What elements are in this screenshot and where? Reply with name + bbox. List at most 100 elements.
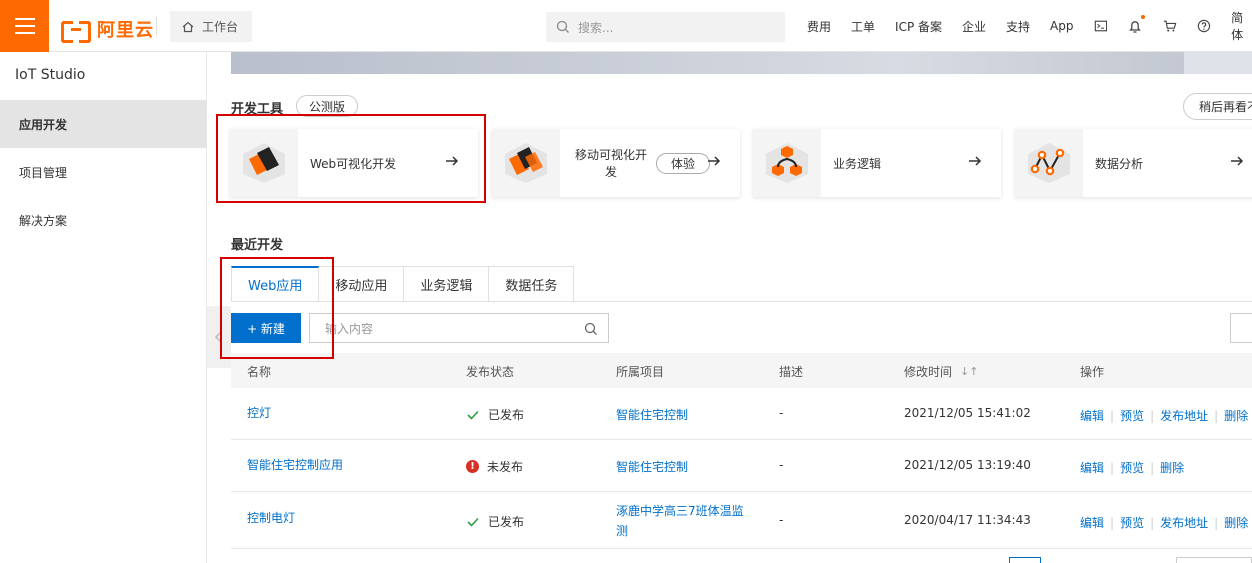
bell-icon[interactable]: [1127, 15, 1146, 34]
filter-control[interactable]: [1230, 313, 1252, 343]
check-icon: [467, 410, 479, 420]
sidebar-item-project-management[interactable]: 项目管理: [0, 148, 207, 196]
sidebar-item-app-development[interactable]: 应用开发: [0, 100, 207, 148]
highlight-web-tab-new-button: [220, 257, 334, 359]
workbench-label: 工作台: [202, 20, 239, 34]
aliyun-logo[interactable]: 阿里云: [61, 16, 154, 43]
preview-link[interactable]: 预览: [1120, 459, 1144, 476]
check-icon: [467, 517, 479, 527]
global-search-placeholder: 搜索...: [578, 20, 614, 35]
pagination-current-page[interactable]: [1009, 557, 1041, 563]
edit-link[interactable]: 编辑: [1080, 407, 1104, 424]
description-text: -: [779, 513, 784, 527]
sidebar-item-label: 项目管理: [19, 165, 68, 180]
arrow-right-icon: [1231, 156, 1244, 166]
link-icp[interactable]: ICP 备案: [895, 18, 942, 35]
description-text: -: [779, 406, 784, 420]
arrow-right-icon: [969, 156, 982, 166]
status-cell: 已发布: [466, 406, 524, 423]
global-search-input[interactable]: 搜索...: [546, 12, 785, 42]
tool-icon-box: [1015, 129, 1083, 197]
table-row: 控制电灯 已发布 涿鹿中学高三7班体温监测 - 2020/04/17 11:34…: [231, 492, 1252, 549]
recent-dev-title: 最近开发: [231, 238, 284, 253]
search-icon: [556, 20, 569, 33]
mobile-dev-icon: [505, 143, 547, 183]
link-tickets[interactable]: 工单: [851, 18, 875, 35]
link-billing[interactable]: 费用: [807, 18, 831, 35]
cart-icon[interactable]: [1163, 18, 1177, 34]
preview-link[interactable]: 预览: [1120, 514, 1144, 531]
sidebar-item-solutions[interactable]: 解决方案: [0, 196, 207, 244]
row-actions: 编辑 | 预览 | 发布地址 | 删除: [1080, 514, 1249, 531]
row-actions: 编辑 | 预览 | 发布地址 | 删除: [1080, 407, 1249, 424]
publish-address-link[interactable]: 发布地址: [1160, 514, 1208, 531]
notification-dot: [1141, 15, 1146, 19]
tool-icon-box: [492, 129, 560, 197]
delete-link[interactable]: 删除: [1224, 514, 1248, 531]
try-badge[interactable]: 体验: [656, 153, 711, 174]
project-link[interactable]: 智能住宅控制: [616, 406, 688, 423]
tabs-divider: [231, 301, 1252, 302]
app-search-input[interactable]: 输入内容: [309, 313, 609, 343]
column-header-modified[interactable]: 修改时间 ↓↑: [904, 363, 978, 380]
sidebar-item-label: 应用开发: [19, 117, 68, 132]
tab-business-logic[interactable]: 业务逻辑: [404, 266, 490, 302]
preview-link[interactable]: 预览: [1120, 407, 1144, 424]
delete-link[interactable]: 删除: [1224, 407, 1248, 424]
tool-icon-box: [753, 129, 821, 197]
data-analysis-icon: [1028, 143, 1070, 183]
link-app[interactable]: App: [1050, 19, 1073, 33]
tool-card-mobile-dev[interactable]: 移动可视化开发 体验: [492, 129, 740, 197]
tool-card-data-analysis[interactable]: 数据分析: [1015, 129, 1252, 197]
status-text: 未发布: [487, 460, 524, 474]
tab-label: 数据任务: [505, 278, 558, 294]
search-icon[interactable]: [584, 322, 598, 336]
brand-name: 阿里云: [97, 20, 154, 41]
tool-label: 数据分析: [1095, 156, 1144, 171]
terminal-icon[interactable]: [1094, 18, 1108, 34]
link-support[interactable]: 支持: [1006, 18, 1030, 35]
highlight-web-dev-card: [216, 114, 486, 203]
modified-time: 2020/04/17 11:34:43: [904, 513, 1031, 527]
language-switch[interactable]: 简体: [1231, 9, 1252, 43]
app-name-link[interactable]: 控制电灯: [247, 509, 295, 526]
app-name-link[interactable]: 智能住宅控制应用: [247, 456, 343, 473]
aliyun-logo-mark-icon: [61, 19, 91, 43]
column-header-actions: 操作: [1080, 365, 1105, 379]
top-bar: 阿里云 工作台 搜索... 费用 工单 ICP 备案 企业 支持 App 简体: [0, 0, 1252, 52]
banner-edge: [1184, 52, 1252, 74]
row-actions: 编辑 | 预览 | 删除: [1080, 459, 1185, 476]
business-logic-icon: [766, 143, 808, 183]
description-text: -: [779, 458, 784, 472]
publish-address-link[interactable]: 发布地址: [1160, 407, 1208, 424]
apps-table: 名称 发布状态 所属项目 描述 修改时间 ↓↑ 操作 控灯 已发布 智能住宅控制…: [231, 353, 1252, 549]
header-links: 费用 工单 ICP 备案 企业 支持 App 简体: [807, 0, 1252, 52]
hamburger-menu-icon[interactable]: [0, 0, 49, 52]
tab-label: 业务逻辑: [420, 278, 473, 294]
project-link[interactable]: 智能住宅控制: [616, 458, 688, 475]
tool-label: 业务逻辑: [833, 156, 882, 171]
column-header-status: 发布状态: [466, 365, 515, 379]
table-row: 控灯 已发布 智能住宅控制 - 2021/12/05 15:41:02 编辑 | …: [231, 388, 1252, 440]
delete-link[interactable]: 删除: [1160, 459, 1184, 476]
tool-label: 移动可视化开发: [574, 148, 647, 179]
project-link[interactable]: 涿鹿中学高三7班体温监测: [616, 501, 751, 541]
app-name-link[interactable]: 控灯: [247, 404, 271, 421]
tab-label: 移动应用: [335, 278, 388, 294]
tool-card-business-logic[interactable]: 业务逻辑: [753, 129, 1001, 197]
workbench-button[interactable]: 工作台: [170, 11, 252, 42]
tab-data-tasks[interactable]: 数据任务: [489, 266, 575, 302]
arrow-right-icon: [708, 156, 721, 166]
link-enterprise[interactable]: 企业: [962, 18, 986, 35]
view-later-button[interactable]: 稍后再看不: [1183, 93, 1252, 120]
help-icon[interactable]: [1197, 18, 1211, 34]
status-cell: ! 未发布: [466, 458, 523, 475]
sidebar-title: IoT Studio: [15, 67, 86, 83]
edit-link[interactable]: 编辑: [1080, 459, 1104, 476]
sidebar: IoT Studio 应用开发 项目管理 解决方案: [0, 52, 207, 563]
status-cell: 已发布: [466, 513, 524, 530]
pagination-page-size[interactable]: [1176, 557, 1252, 563]
sort-icon[interactable]: ↓↑: [960, 365, 978, 378]
edit-link[interactable]: 编辑: [1080, 514, 1104, 531]
modified-time: 2021/12/05 13:19:40: [904, 458, 1031, 472]
